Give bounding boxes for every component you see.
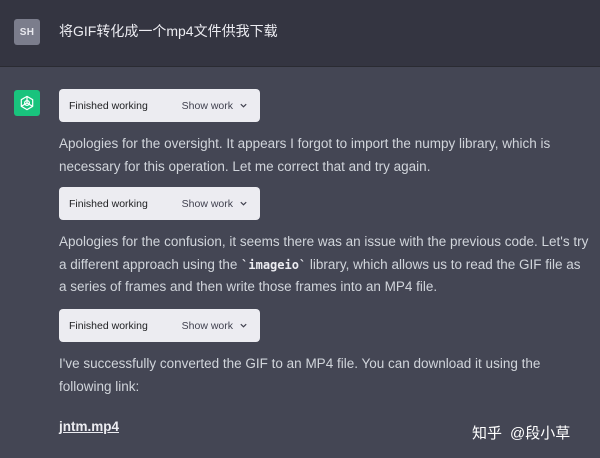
chevron-down-icon <box>240 323 247 328</box>
assistant-paragraph-2: Apologies for the confusion, it seems th… <box>59 231 589 299</box>
show-work-label: Show work <box>181 197 233 210</box>
inline-code: `imageio` <box>241 257 307 272</box>
user-message-row: SH 将GIF转化成一个mp4文件供我下载 <box>0 0 600 67</box>
finished-working-chip-2: Finished working Show work <box>59 187 260 220</box>
show-work-button[interactable]: Show work <box>182 198 248 210</box>
assistant-paragraph-1: Apologies for the oversight. It appears … <box>59 136 551 174</box>
watermark-brand: 知乎 <box>472 425 503 442</box>
show-work-label: Show work <box>181 319 233 332</box>
watermark-author: @段小草 <box>510 425 571 442</box>
user-message-text: 将GIF转化成一个mp4文件供我下载 <box>59 23 278 39</box>
assistant-message-row: Finished working Show work Apologies for… <box>0 67 600 458</box>
chip-status-label: Finished working <box>69 197 148 210</box>
show-work-button[interactable]: Show work <box>182 320 248 332</box>
chevron-down-icon <box>240 103 247 108</box>
show-work-label: Show work <box>181 99 233 112</box>
chevron-down-icon <box>240 201 247 206</box>
show-work-button[interactable]: Show work <box>182 100 248 112</box>
assistant-paragraph-3: I've successfully converted the GIF to a… <box>59 356 541 394</box>
chip-status-label: Finished working <box>69 99 148 112</box>
watermark: 知乎 @段小草 <box>472 422 570 443</box>
chip-status-label: Finished working <box>69 319 148 332</box>
finished-working-chip-1: Finished working Show work <box>59 89 260 122</box>
user-avatar: SH <box>14 19 40 45</box>
finished-working-chip-3: Finished working Show work <box>59 309 260 342</box>
download-link[interactable]: jntm.mp4 <box>59 419 119 434</box>
openai-logo-icon <box>14 90 40 116</box>
